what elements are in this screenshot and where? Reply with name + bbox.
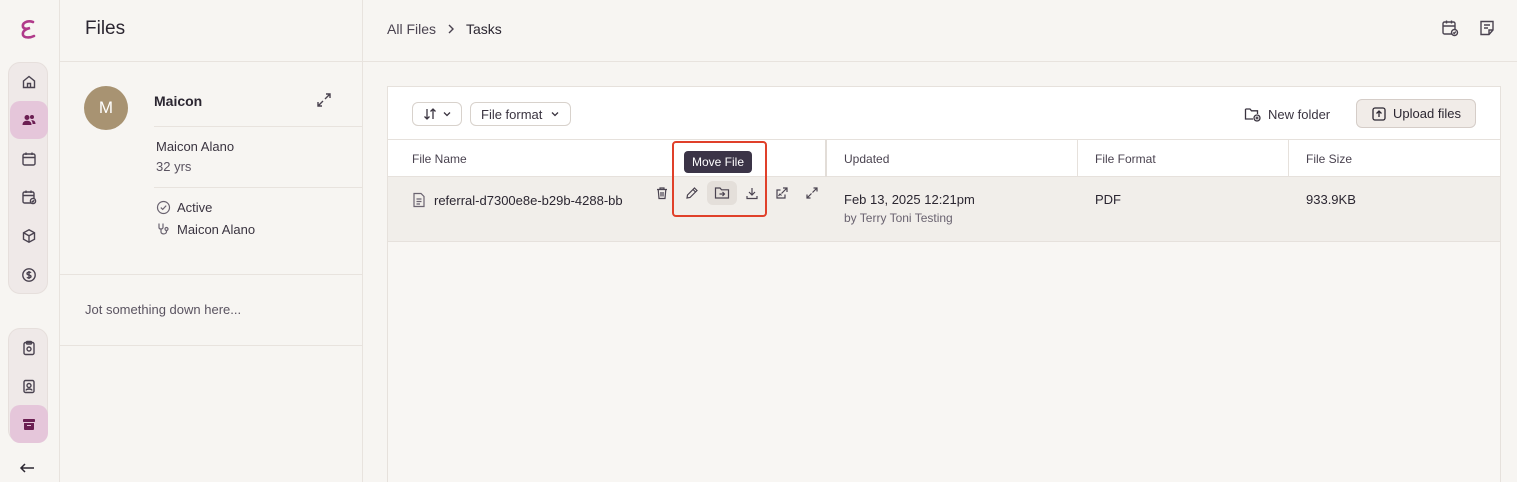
- divider: [363, 61, 1517, 62]
- patient-age: 32 yrs: [156, 159, 192, 174]
- nav-billing-icon[interactable]: [10, 256, 48, 294]
- expand-file-icon[interactable]: [797, 181, 827, 205]
- patient-full-name: Maicon Alano: [156, 139, 235, 154]
- upload-label: Upload files: [1393, 106, 1461, 121]
- patient-provider: Maicon Alano: [156, 222, 255, 237]
- nav-cube-icon[interactable]: [10, 217, 48, 255]
- secondary-nav: [8, 328, 48, 443]
- header-file-format[interactable]: File Format: [1095, 152, 1156, 166]
- breadcrumb-all-files[interactable]: All Files: [387, 21, 436, 37]
- file-format-filter[interactable]: File format: [470, 102, 572, 126]
- file-size: 933.9KB: [1306, 192, 1356, 207]
- patient-name: Maicon: [154, 93, 203, 109]
- app-logo-icon[interactable]: [17, 18, 39, 40]
- upload-icon: [1372, 106, 1386, 121]
- page-title: Files: [85, 18, 126, 39]
- stethoscope-icon: [158, 223, 169, 235]
- updated-date: Feb 13, 2025 12:21pm: [844, 192, 975, 207]
- expand-icon[interactable]: [315, 91, 333, 109]
- nav-calendar-check-icon[interactable]: [10, 178, 48, 216]
- app-rail: [0, 0, 60, 482]
- nav-badge-icon[interactable]: [10, 367, 48, 405]
- file-name-cell[interactable]: referral-d7300e8e-b29b-4288-bb: [412, 192, 652, 208]
- breadcrumb: All Files Tasks: [387, 21, 502, 37]
- updated-by: by Terry Toni Testing: [844, 211, 953, 225]
- files-card: File format New folder Upload files File…: [387, 86, 1501, 482]
- new-folder-label: New folder: [1268, 106, 1331, 122]
- patient-panel: Files M Maicon Maicon Alano 32 yrs Activ…: [60, 0, 363, 482]
- divider: [154, 126, 362, 127]
- sort-icon: [423, 108, 436, 120]
- divider: [154, 187, 362, 188]
- folder-plus-icon: [1244, 108, 1261, 122]
- patient-status: Active: [156, 200, 212, 215]
- calendar-check-icon[interactable]: [1441, 19, 1459, 37]
- nav-clipboard-icon[interactable]: [10, 329, 48, 367]
- nav-patients-icon[interactable]: [10, 101, 48, 139]
- chevron-right-icon: [446, 23, 456, 35]
- share-external-icon[interactable]: [767, 181, 797, 205]
- chevron-down-icon: [551, 112, 559, 117]
- divider: [60, 61, 362, 62]
- divider: [60, 345, 362, 346]
- file-name: referral-d7300e8e-b29b-4288-bb: [434, 192, 623, 208]
- highlight-box: [672, 141, 767, 217]
- notes-field[interactable]: Jot something down here...: [85, 302, 241, 317]
- files-toolbar: File format New folder Upload files: [388, 87, 1500, 140]
- nav-home-icon[interactable]: [10, 63, 48, 101]
- column-divider: [1077, 140, 1078, 177]
- document-icon: [413, 192, 425, 208]
- column-divider: [1288, 140, 1289, 177]
- file-format: PDF: [1095, 192, 1121, 207]
- provider-label: Maicon Alano: [177, 222, 256, 237]
- nav-calendar-icon[interactable]: [10, 140, 48, 178]
- file-format-label: File format: [481, 106, 543, 122]
- primary-nav: [8, 62, 48, 294]
- sort-button[interactable]: [412, 102, 462, 126]
- check-circle-icon: [156, 200, 171, 215]
- nav-archive-icon[interactable]: [10, 405, 48, 443]
- upload-files-button[interactable]: Upload files: [1356, 99, 1476, 128]
- header-file-name[interactable]: File Name: [412, 152, 467, 166]
- divider: [60, 274, 362, 275]
- back-arrow-icon[interactable]: [18, 460, 36, 476]
- avatar: M: [84, 86, 128, 130]
- new-folder-button[interactable]: New folder: [1244, 102, 1330, 126]
- breadcrumb-tasks: Tasks: [466, 21, 502, 37]
- header-file-size[interactable]: File Size: [1306, 152, 1352, 166]
- notes-icon[interactable]: [1478, 19, 1496, 37]
- table-row[interactable]: referral-d7300e8e-b29b-4288-bb Feb 13, 2…: [388, 177, 1500, 242]
- chevron-down-icon: [443, 112, 450, 117]
- table-header: File Name Updated File Format File Size: [388, 140, 1500, 177]
- header-updated[interactable]: Updated: [844, 152, 889, 166]
- status-label: Active: [177, 200, 213, 215]
